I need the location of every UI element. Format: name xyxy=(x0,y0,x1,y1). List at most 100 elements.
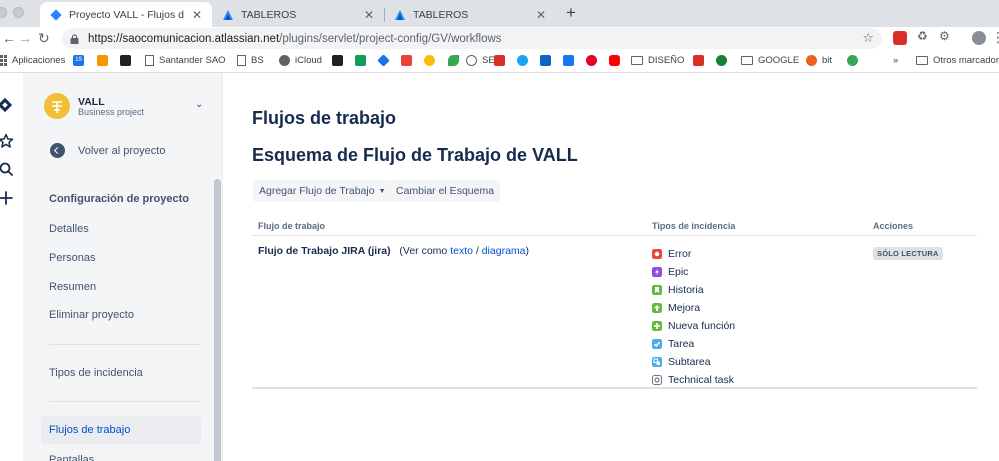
add-workflow-button[interactable]: Agregar Flujo de Trabajo ▼ xyxy=(253,180,392,202)
issue-type-label: Error xyxy=(668,248,692,260)
back-arrow-icon[interactable]: ← xyxy=(2,30,16,46)
tab-close-icon[interactable]: ✕ xyxy=(536,8,546,22)
url-host: https://saocomunicacion.atlassian.net xyxy=(88,32,280,45)
chevron-down-icon[interactable]: ⌄ xyxy=(195,99,203,110)
bookmark-bit[interactable]: bit xyxy=(806,55,832,66)
bookmark-pinterest[interactable] xyxy=(586,55,602,66)
tab-proyecto-vall[interactable]: Proyecto VALL - Flujos de Trab ✕ xyxy=(40,2,212,27)
story-bookmark-icon xyxy=(652,285,662,295)
minimize-window-button[interactable] xyxy=(13,7,24,18)
bookmark-green-badge[interactable] xyxy=(847,55,863,66)
issue-type-label: Tarea xyxy=(668,338,695,350)
bookmark-ut[interactable] xyxy=(332,55,348,66)
pinterest-icon xyxy=(586,55,597,66)
bookmark-youtube[interactable] xyxy=(609,55,625,66)
change-scheme-button[interactable]: Cambiar el Esquema xyxy=(390,180,501,202)
issue-types-list: Error Epic Historia Mejora Nueva función xyxy=(652,245,735,389)
facebook-icon xyxy=(563,55,574,66)
bookmark-green-circle[interactable] xyxy=(716,55,732,66)
column-header-workflow: Flujo de trabajo xyxy=(258,221,326,231)
bookmark-bs[interactable]: BS xyxy=(237,55,264,66)
bookmark-orange[interactable] xyxy=(97,55,113,66)
bookmark-folder-otros[interactable]: Otros marcadores xyxy=(916,55,999,66)
sidebar-item-pantallas[interactable]: Pantallas xyxy=(41,446,201,461)
forward-arrow-icon[interactable]: → xyxy=(18,30,32,46)
bookmark-label: BS xyxy=(251,55,264,66)
leaf-icon xyxy=(448,55,459,66)
bookmark-red-site[interactable] xyxy=(494,55,510,66)
sidebar-item-tipos-de-incidencia[interactable]: Tipos de incidencia xyxy=(41,359,201,387)
add-workflow-label: Agregar Flujo de Trabajo xyxy=(259,185,375,197)
tab-tableros-2[interactable]: TABLEROS ✕ xyxy=(384,2,556,27)
red-square-icon xyxy=(693,55,704,66)
bookmark-green-x[interactable] xyxy=(355,55,371,66)
bookmark-facebook[interactable] xyxy=(563,55,579,66)
bookmark-dark[interactable] xyxy=(120,55,136,66)
view-as-diagram-link[interactable]: diagrama xyxy=(482,245,526,257)
sidebar-item-eliminar-proyecto[interactable]: Eliminar proyecto xyxy=(41,301,201,329)
extension-recycle-icon[interactable]: ♻ xyxy=(917,29,931,43)
page-title: Flujos de trabajo xyxy=(252,108,397,128)
issue-type-label: Subtarea xyxy=(668,356,711,368)
extension-gear-icon[interactable]: ⚙ xyxy=(939,29,953,43)
new-tab-icon[interactable]: + xyxy=(563,3,579,23)
bookmark-icloud[interactable]: iCloud xyxy=(279,55,322,66)
search-icon[interactable] xyxy=(0,161,14,177)
bookmark-star-icon[interactable]: ☆ xyxy=(862,30,874,46)
bookmark-blue-diamond[interactable] xyxy=(377,54,394,67)
twitter-icon xyxy=(517,55,528,66)
chevron-down-icon: ▼ xyxy=(378,187,386,195)
global-navigation xyxy=(0,73,23,461)
bookmark-linkedin[interactable] xyxy=(540,55,556,66)
sidebar-divider xyxy=(49,401,201,402)
sidebar-item-resumen[interactable]: Resumen xyxy=(41,273,201,301)
issue-type-mejora: Mejora xyxy=(652,299,735,317)
youtube-icon xyxy=(609,55,620,66)
bookmark-multicolor[interactable] xyxy=(424,55,440,66)
tab-close-icon[interactable]: ✕ xyxy=(364,8,374,22)
project-avatar[interactable] xyxy=(44,93,70,119)
bookmark-folder-diseno[interactable]: DISEÑO xyxy=(631,55,684,66)
url-path: /plugins/servlet/project-config/GV/workf… xyxy=(279,32,502,45)
scheme-title: Esquema de Flujo de Trabajo de VALL xyxy=(252,145,578,165)
apple-icon xyxy=(279,55,290,66)
tab-tableros-1[interactable]: TABLEROS ✕ xyxy=(212,2,384,27)
tab-title: TABLEROS xyxy=(413,8,469,21)
red-site-icon xyxy=(494,55,505,66)
sidebar-item-flujos-de-trabajo[interactable]: Flujos de trabajo xyxy=(41,416,201,444)
close-window-button[interactable] xyxy=(0,7,7,18)
table-header: Flujo de trabajo Tipos de incidencia Acc… xyxy=(252,216,977,236)
issue-type-technical-task: Technical task xyxy=(652,371,735,389)
sidebar-scrollbar[interactable] xyxy=(214,179,221,461)
tab-close-icon[interactable]: ✕ xyxy=(192,8,202,22)
sidebar-item-personas[interactable]: Personas xyxy=(41,244,201,272)
browser-tab-bar: Proyecto VALL - Flujos de Trab ✕ TABLERO… xyxy=(0,0,999,27)
bookmark-calendar[interactable]: 19 xyxy=(73,55,89,66)
column-header-actions: Acciones xyxy=(873,221,914,231)
bookmark-label: Otros marcadores xyxy=(933,55,999,66)
sidebar-item-detalles[interactable]: Detalles xyxy=(41,215,201,243)
column-header-issue-types: Tipos de incidencia xyxy=(652,221,736,231)
calendar-icon: 19 xyxy=(73,55,84,66)
jira-logo-icon[interactable] xyxy=(0,97,13,113)
bookmark-aplicaciones[interactable]: Aplicaciones xyxy=(0,55,65,66)
star-icon[interactable] xyxy=(0,133,14,149)
bookmark-folder-google[interactable]: GOOGLE xyxy=(741,55,799,66)
bookmark-red-square[interactable] xyxy=(693,55,709,66)
bookmark-twitter[interactable] xyxy=(517,55,533,66)
back-to-project-link[interactable]: Volver al proyecto xyxy=(50,143,165,158)
view-as-text-link[interactable]: texto xyxy=(450,245,473,257)
bookmark-leaf[interactable] xyxy=(448,55,464,66)
bookmarks-overflow[interactable]: » xyxy=(893,55,898,66)
profile-avatar[interactable] xyxy=(972,31,986,45)
browser-menu-icon[interactable]: ⋮ xyxy=(991,29,999,46)
reload-icon[interactable]: ↻ xyxy=(38,30,50,47)
bookmark-santander[interactable]: Santander SAO xyxy=(145,55,226,66)
address-bar[interactable]: https://saocomunicacion.atlassian.net/pl… xyxy=(62,28,882,49)
bookmark-triangle[interactable] xyxy=(401,55,417,66)
new-feature-plus-icon xyxy=(652,321,662,331)
extension-red-icon[interactable] xyxy=(893,31,907,45)
view-as-prefix: (Ver como xyxy=(399,245,448,257)
create-plus-icon[interactable] xyxy=(0,190,14,206)
browser-toolbar: ← → ↻ https://saocomunicacion.atlassian.… xyxy=(0,27,999,51)
